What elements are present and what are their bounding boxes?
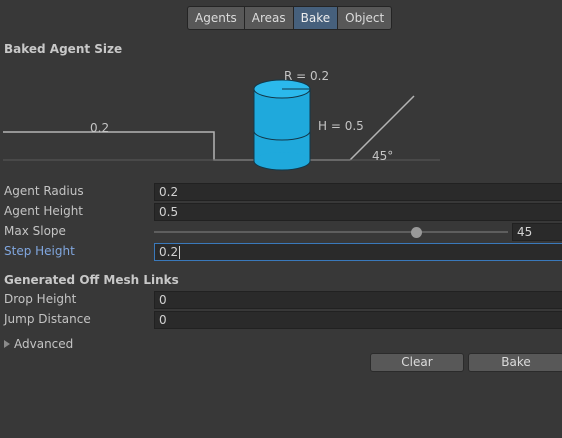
agent-cylinder bbox=[253, 79, 311, 171]
text-caret bbox=[179, 246, 181, 259]
agent-size-diagram: 0.2 R = 0.2 H = 0.5 45° bbox=[3, 69, 440, 171]
max-slope-slider-track[interactable] bbox=[154, 231, 508, 233]
height-diagram-label: H = 0.5 bbox=[318, 119, 364, 133]
agent-radius-row: Agent Radius 0.2 bbox=[0, 183, 562, 201]
agent-height-label: Agent Height bbox=[4, 204, 84, 218]
agent-height-field[interactable]: 0.5 bbox=[154, 203, 562, 221]
jump-distance-label: Jump Distance bbox=[4, 312, 91, 326]
max-slope-field[interactable]: 45 bbox=[512, 223, 562, 241]
tab-areas[interactable]: Areas bbox=[243, 6, 294, 30]
max-slope-slider-thumb[interactable] bbox=[411, 227, 422, 238]
agent-height-row: Agent Height 0.5 bbox=[0, 203, 562, 221]
step-height-field[interactable]: 0.2 bbox=[154, 243, 562, 261]
agent-radius-field[interactable]: 0.2 bbox=[154, 183, 562, 201]
agent-radius-label: Agent Radius bbox=[4, 184, 84, 198]
jump-distance-field[interactable]: 0 bbox=[154, 311, 562, 329]
bake-button[interactable]: Bake bbox=[468, 353, 562, 372]
clear-button[interactable]: Clear bbox=[370, 353, 464, 372]
section-title-baked-agent-size: Baked Agent Size bbox=[4, 42, 123, 56]
drop-height-row: Drop Height 0 bbox=[0, 291, 562, 309]
step-height-diagram-label: 0.2 bbox=[90, 121, 109, 135]
jump-distance-row: Jump Distance 0 bbox=[0, 311, 562, 329]
drop-height-label: Drop Height bbox=[4, 292, 77, 306]
drop-height-field[interactable]: 0 bbox=[154, 291, 562, 309]
tab-bar: Agents Areas Bake Object bbox=[187, 6, 393, 30]
step-height-row: Step Height 0.2 bbox=[0, 243, 562, 261]
advanced-label[interactable]: Advanced bbox=[14, 337, 73, 351]
max-slope-label: Max Slope bbox=[4, 224, 66, 238]
max-slope-row: Max Slope 45 bbox=[0, 223, 562, 241]
step-height-value: 0.2 bbox=[159, 245, 179, 259]
tab-agents[interactable]: Agents bbox=[187, 6, 245, 30]
tab-bake[interactable]: Bake bbox=[292, 6, 339, 30]
slope-diagram-label: 45° bbox=[372, 149, 393, 163]
foldout-arrow-icon[interactable] bbox=[4, 340, 10, 348]
section-title-off-mesh-links: Generated Off Mesh Links bbox=[4, 273, 179, 287]
advanced-foldout[interactable]: Advanced bbox=[4, 336, 73, 352]
radius-diagram-label: R = 0.2 bbox=[284, 69, 329, 83]
tab-object[interactable]: Object bbox=[337, 6, 393, 30]
step-height-label: Step Height bbox=[4, 244, 75, 258]
